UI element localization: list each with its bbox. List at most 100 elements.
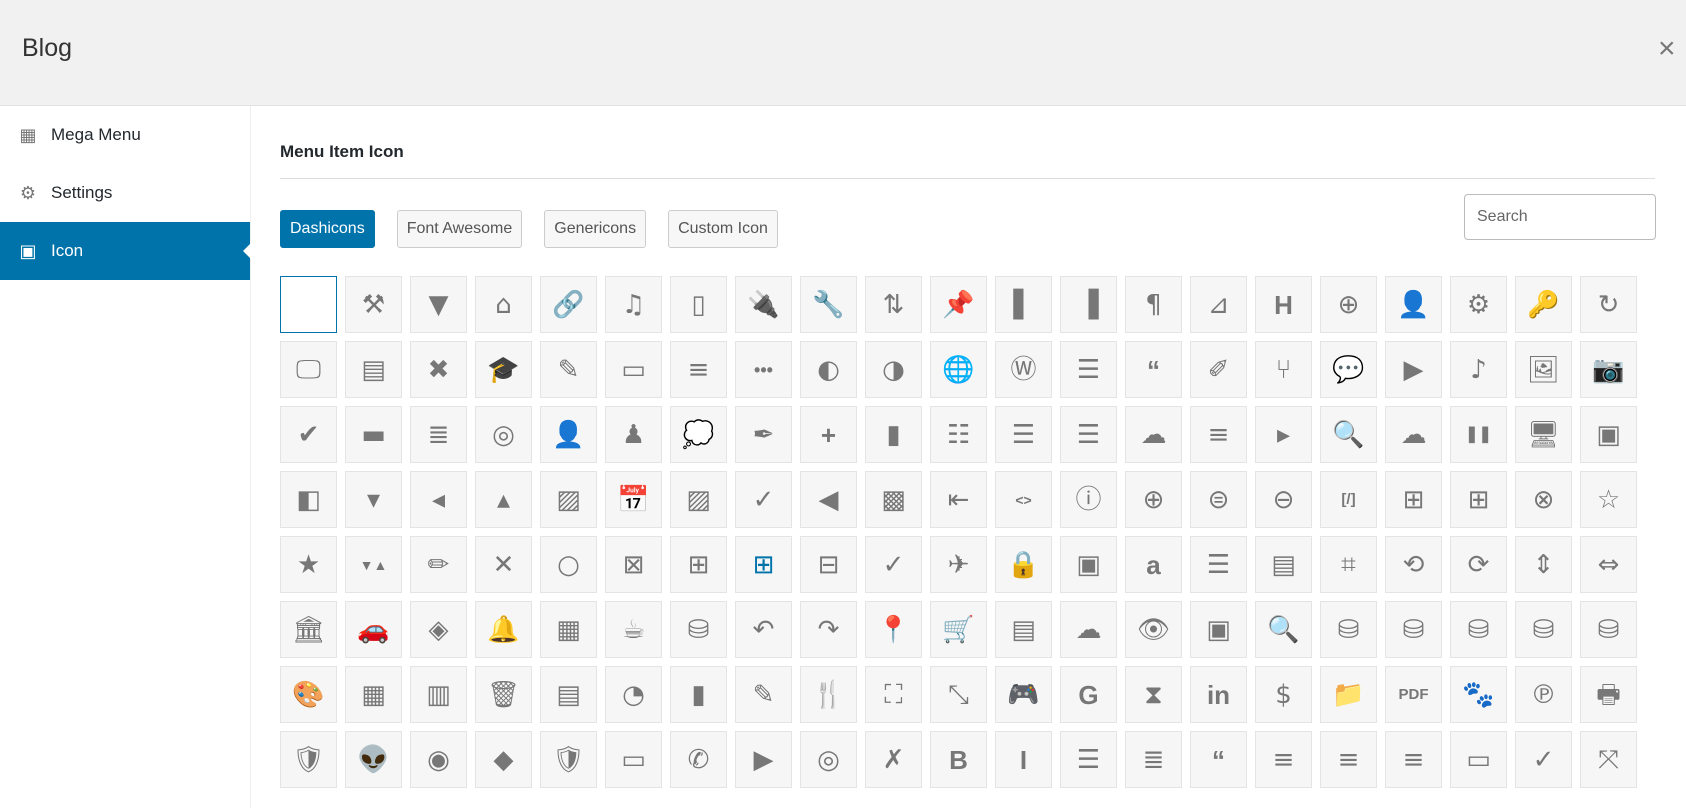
pin-icon[interactable]: 📌 (930, 276, 987, 333)
rotate-left-icon[interactable]: ⟲ (1385, 536, 1442, 593)
text-right-icon[interactable]: ≡ (1385, 731, 1442, 788)
tab-custom-icon[interactable]: Custom Icon (668, 210, 778, 248)
minus-circle-icon[interactable]: ⊖ (1255, 471, 1312, 528)
fork-icon[interactable]: ⑂ (1255, 341, 1312, 398)
caret-right-icon[interactable]: ▸ (1255, 406, 1312, 463)
bullet-list-icon[interactable]: ☰ (1060, 731, 1117, 788)
text-wrap-icon[interactable]: ☰ (995, 406, 1052, 463)
star-filled-icon[interactable]: ★ (280, 536, 337, 593)
flip-horizontal-icon[interactable]: ⇔ (1580, 536, 1637, 593)
plus-icon[interactable]: + (800, 406, 857, 463)
lock-icon[interactable]: 🔒 (995, 536, 1052, 593)
table-remove-icon[interactable]: ⊟ (800, 536, 857, 593)
check-icon[interactable]: ✓ (735, 471, 792, 528)
dropper-icon[interactable]: ✒ (735, 406, 792, 463)
database-icon[interactable]: ⛁ (1580, 601, 1637, 658)
code-slider-icon[interactable]: ◧ (280, 471, 337, 528)
tab-font-awesome[interactable]: Font Awesome (396, 210, 523, 248)
align-stack-icon[interactable]: ☷ (930, 406, 987, 463)
image-pin-icon[interactable]: ▨ (670, 471, 727, 528)
page-add-icon[interactable]: ▮ (865, 406, 922, 463)
star-empty-icon[interactable]: ☆ (1580, 471, 1637, 528)
zoom-in-icon[interactable]: ⊕ (1125, 471, 1182, 528)
coffee-icon[interactable]: ☕ (605, 601, 662, 658)
cloud-icon[interactable]: ☁ (1060, 601, 1117, 658)
check-circle-icon[interactable]: ✔ (280, 406, 337, 463)
tab-genericons[interactable]: Genericons (544, 210, 647, 248)
restaurant-icon[interactable]: 🍴 (800, 666, 857, 723)
columns-right-icon[interactable]: ▐ (1060, 276, 1117, 333)
arrow-left-icon[interactable]: ◂ (410, 471, 467, 528)
calendar-icon[interactable]: 📅 (605, 471, 662, 528)
paw-icon[interactable]: 🐾 (1450, 666, 1507, 723)
grid-icon[interactable]: ▦ (345, 666, 402, 723)
document-icon[interactable]: ☰ (1060, 341, 1117, 398)
ordered-list-icon[interactable]: ≣ (410, 406, 467, 463)
bold-icon[interactable]: B (930, 731, 987, 788)
list-icon[interactable]: ☰ (1060, 406, 1117, 463)
twitch-icon[interactable]: ▭ (605, 731, 662, 788)
text-center-icon[interactable]: ≡ (1320, 731, 1377, 788)
pinterest-icon[interactable]: ℗ (1515, 666, 1572, 723)
sidebar-item-settings[interactable]: ⚙ Settings (0, 164, 250, 222)
spellcheck-icon[interactable]: ✓ (1515, 731, 1572, 788)
games-icon[interactable]: 🎮 (995, 666, 1052, 723)
pdf-icon[interactable]: PDF (1385, 666, 1442, 723)
podcast-icon[interactable]: ◎ (800, 731, 857, 788)
tag-diagonal-icon[interactable]: ◈ (410, 601, 467, 658)
airplane-icon[interactable]: ✈ (930, 536, 987, 593)
diamond-icon[interactable]: ◆ (475, 731, 532, 788)
database-upload-icon[interactable]: ⛁ (1320, 601, 1377, 658)
id-card-icon[interactable]: ▤ (995, 601, 1052, 658)
layout-icon[interactable]: ▤ (1255, 536, 1312, 593)
form-icon[interactable]: ▤ (540, 666, 597, 723)
whatsapp-icon[interactable]: ✆ (670, 731, 727, 788)
blockquote-icon[interactable]: “ (1190, 731, 1247, 788)
comment-x-icon[interactable]: ✖ (410, 341, 467, 398)
wordpress-icon[interactable]: Ⓦ (995, 341, 1052, 398)
table-delete-icon[interactable]: ⊠ (605, 536, 662, 593)
database-check-icon[interactable]: ⛁ (1515, 601, 1572, 658)
edit-icon[interactable]: ✎ (540, 341, 597, 398)
sidebar-item-mega-menu[interactable]: ▦ Mega Menu (0, 106, 250, 164)
bank-icon[interactable]: 🏛 (280, 601, 337, 658)
spotify-icon[interactable]: ◉ (410, 731, 467, 788)
sort-triangles-icon[interactable]: ▼▲ (345, 536, 402, 593)
reddit-icon[interactable]: 👽 (345, 731, 402, 788)
ellipsis-icon[interactable]: ••• (735, 341, 792, 398)
cloud-check-icon[interactable]: ☁ (1125, 406, 1182, 463)
note-icon[interactable]: ✐ (1190, 341, 1247, 398)
calculator-icon[interactable]: ▦ (540, 601, 597, 658)
database-download-icon[interactable]: ⛁ (1385, 601, 1442, 658)
quote-icon[interactable]: “ (1125, 341, 1182, 398)
exit-fullscreen-icon[interactable]: ⤡ (930, 666, 987, 723)
hourglass-icon[interactable]: ⧗ (1125, 666, 1182, 723)
align-left-icon[interactable]: ≡ (1190, 406, 1247, 463)
check-thin-icon[interactable]: ✓ (865, 536, 922, 593)
xing-icon[interactable]: ✗ (865, 731, 922, 788)
italic-icon[interactable]: I (995, 731, 1052, 788)
screen-icon[interactable]: 🖵 (280, 341, 337, 398)
comment-icon[interactable]: ▼ (410, 276, 467, 333)
media-icon[interactable]: ♫ (605, 276, 662, 333)
search-input[interactable] (1464, 194, 1656, 240)
search-zoom-icon[interactable]: 🔍 (1320, 406, 1377, 463)
trash-icon[interactable]: 🗑 (475, 666, 532, 723)
chart-icon[interactable]: ⊿ (1190, 276, 1247, 333)
image-stack-icon[interactable]: ▣ (1060, 536, 1117, 593)
heading-icon[interactable]: H (1255, 276, 1312, 333)
table-icon[interactable]: ▤ (345, 341, 402, 398)
tickets-icon[interactable]: ▥ (410, 666, 467, 723)
earth-icon[interactable]: ◑ (865, 341, 922, 398)
dollar-icon[interactable]: $ (1255, 666, 1312, 723)
shield-lock-icon[interactable]: 🛡 (280, 731, 337, 788)
person-icon[interactable]: 👤 (540, 406, 597, 463)
undo-icon[interactable]: ↶ (735, 601, 792, 658)
chat-icon[interactable]: 💬 (1320, 341, 1377, 398)
sidebar-item-icon[interactable]: ▣ Icon (0, 222, 251, 280)
car-icon[interactable]: 🚗 (345, 601, 402, 658)
battery-icon[interactable]: ▬ (345, 406, 402, 463)
table-row-after-icon[interactable]: ⊞ (1385, 471, 1442, 528)
person-tie-icon[interactable]: ♟ (605, 406, 662, 463)
text-left-icon[interactable]: ≡ (1255, 731, 1312, 788)
